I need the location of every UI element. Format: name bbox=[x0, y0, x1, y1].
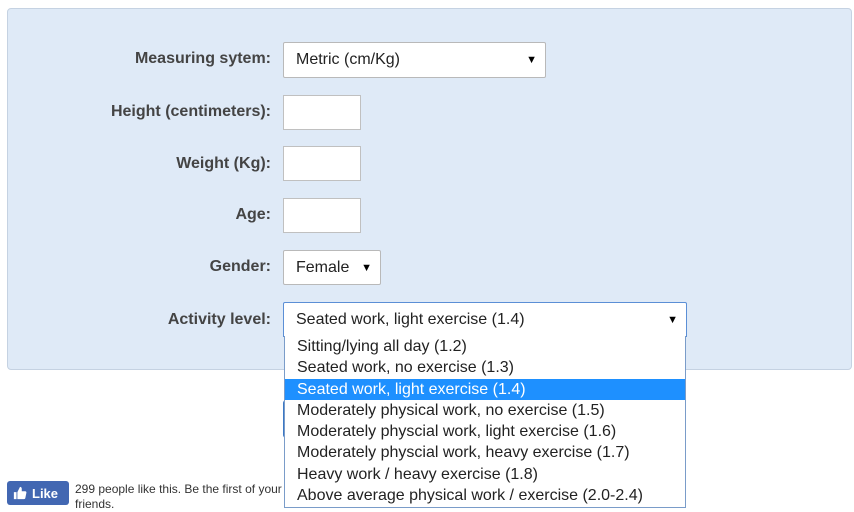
like-label: Like bbox=[32, 485, 59, 501]
thumbs-up-icon bbox=[13, 486, 27, 500]
height-input[interactable] bbox=[283, 95, 361, 130]
height-label: Height (centimeters): bbox=[110, 103, 271, 120]
age-input[interactable] bbox=[283, 198, 361, 233]
weight-input[interactable] bbox=[283, 146, 361, 181]
activity-option[interactable]: Moderately physcial work, heavy exercise… bbox=[285, 442, 685, 463]
chevron-down-icon: ▼ bbox=[667, 313, 678, 326]
activity-level-label: Activity level: bbox=[167, 311, 271, 328]
chevron-down-icon: ▼ bbox=[526, 54, 537, 66]
activity-option[interactable]: Above average physical work / exercise (… bbox=[285, 485, 685, 506]
activity-option-selected[interactable]: Seated work, light exercise (1.4) bbox=[285, 378, 685, 400]
activity-level-options-list: Sitting/lying all day (1.2) Seated work,… bbox=[284, 336, 686, 508]
chevron-down-icon: ▼ bbox=[361, 261, 372, 274]
measuring-system-value: Metric (cm/Kg) bbox=[296, 51, 400, 68]
weight-label: Weight (Kg): bbox=[176, 155, 271, 172]
activity-option[interactable]: Sitting/lying all day (1.2) bbox=[285, 336, 685, 357]
activity-option[interactable]: Moderately physical work, no exercise (1… bbox=[285, 400, 685, 421]
measuring-system-label: Measuring sytem: bbox=[134, 50, 271, 67]
age-label: Age: bbox=[235, 206, 271, 223]
activity-level-value: Seated work, light exercise (1.4) bbox=[296, 310, 525, 328]
gender-value: Female bbox=[296, 258, 350, 276]
measuring-system-select[interactable]: Metric (cm/Kg) ▼ bbox=[283, 42, 546, 78]
activity-level-select[interactable]: Seated work, light exercise (1.4) ▼ bbox=[283, 302, 687, 337]
activity-option[interactable]: Heavy work / heavy exercise (1.8) bbox=[285, 464, 685, 485]
gender-label: Gender: bbox=[209, 258, 271, 275]
facebook-like-button[interactable]: Like bbox=[7, 481, 69, 505]
activity-option[interactable]: Moderately physcial work, light exercise… bbox=[285, 421, 685, 442]
activity-option[interactable]: Seated work, no exercise (1.3) bbox=[285, 357, 685, 378]
gender-select[interactable]: Female ▼ bbox=[283, 250, 381, 285]
